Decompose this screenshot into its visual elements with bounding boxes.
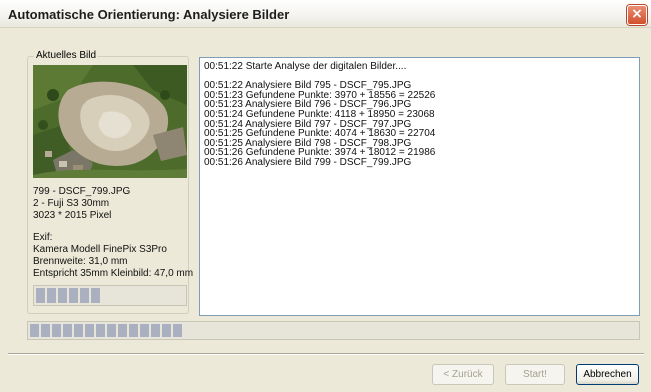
- progress-segment: [140, 324, 149, 337]
- progress-segment: [118, 324, 127, 337]
- log-line: 00:51:25 Gefundene Punkte: 4074 + 18630 …: [204, 128, 436, 140]
- progress-segment: [30, 324, 39, 337]
- title-bar[interactable]: Automatische Orientierung: Analysiere Bi…: [0, 0, 651, 28]
- progress-segment: [36, 288, 45, 303]
- log-line: 00:51:26 Analysiere Bild 799 - DSCF_799.…: [204, 157, 412, 168]
- progress-segment: [58, 288, 67, 303]
- dialog-window: Automatische Orientierung: Analysiere Bi…: [0, 0, 651, 392]
- progress-segment: [80, 288, 89, 303]
- start-button[interactable]: Start!: [505, 364, 565, 385]
- exif-camera-model: Kamera Modell FinePix S3Pro: [33, 244, 167, 255]
- log-line: 00:51:22 Starte Analyse der digitalen Bi…: [204, 61, 407, 72]
- log-line: 00:51:24 Gefundene Punkte: 4118 + 18950 …: [204, 109, 435, 120]
- window-title: Automatische Orientierung: Analysiere Bi…: [8, 7, 290, 22]
- current-image-thumbnail: [33, 65, 187, 178]
- analysis-log[interactable]: 00:51:22 Starte Analyse der digitalen Bi…: [199, 57, 640, 316]
- cancel-button[interactable]: Abbrechen: [576, 364, 639, 385]
- current-image-group-label: Aktuelles Bild: [34, 50, 99, 61]
- image-camera: 2 - Fuji S3 30mm: [33, 198, 110, 209]
- exif-35mm-equivalent: Entspricht 35mm Kleinbild: 47,0 mm: [33, 268, 194, 279]
- progress-segment: [69, 288, 78, 303]
- back-button[interactable]: < Zurück: [432, 364, 494, 385]
- progress-segment: [96, 324, 105, 337]
- progress-segment: [107, 324, 116, 337]
- progress-segment: [52, 324, 61, 337]
- image-progress-bar: [33, 285, 187, 306]
- image-size: 3023 * 2015 Pixel: [33, 210, 112, 221]
- progress-segment: [74, 324, 83, 337]
- aerial-photo-image: [33, 65, 187, 178]
- progress-segment: [41, 324, 50, 337]
- button-separator: [8, 353, 644, 355]
- progress-segment: [85, 324, 94, 337]
- image-filename: 799 - DSCF_799.JPG: [33, 186, 131, 197]
- progress-segment: [63, 324, 72, 337]
- exif-label: Exif:: [33, 232, 53, 243]
- progress-segment: [91, 288, 100, 303]
- progress-segment: [173, 324, 182, 337]
- progress-segment: [162, 324, 171, 337]
- progress-segment: [129, 324, 138, 337]
- progress-segment: [47, 288, 56, 303]
- exif-focal-length: Brennweite: 31,0 mm: [33, 256, 128, 267]
- close-icon[interactable]: ×: [627, 5, 647, 25]
- total-progress-bar: [27, 321, 640, 340]
- progress-segment: [151, 324, 160, 337]
- log-line: 00:51:22 Analysiere Bild 795 - DSCF_795.…: [204, 80, 412, 92]
